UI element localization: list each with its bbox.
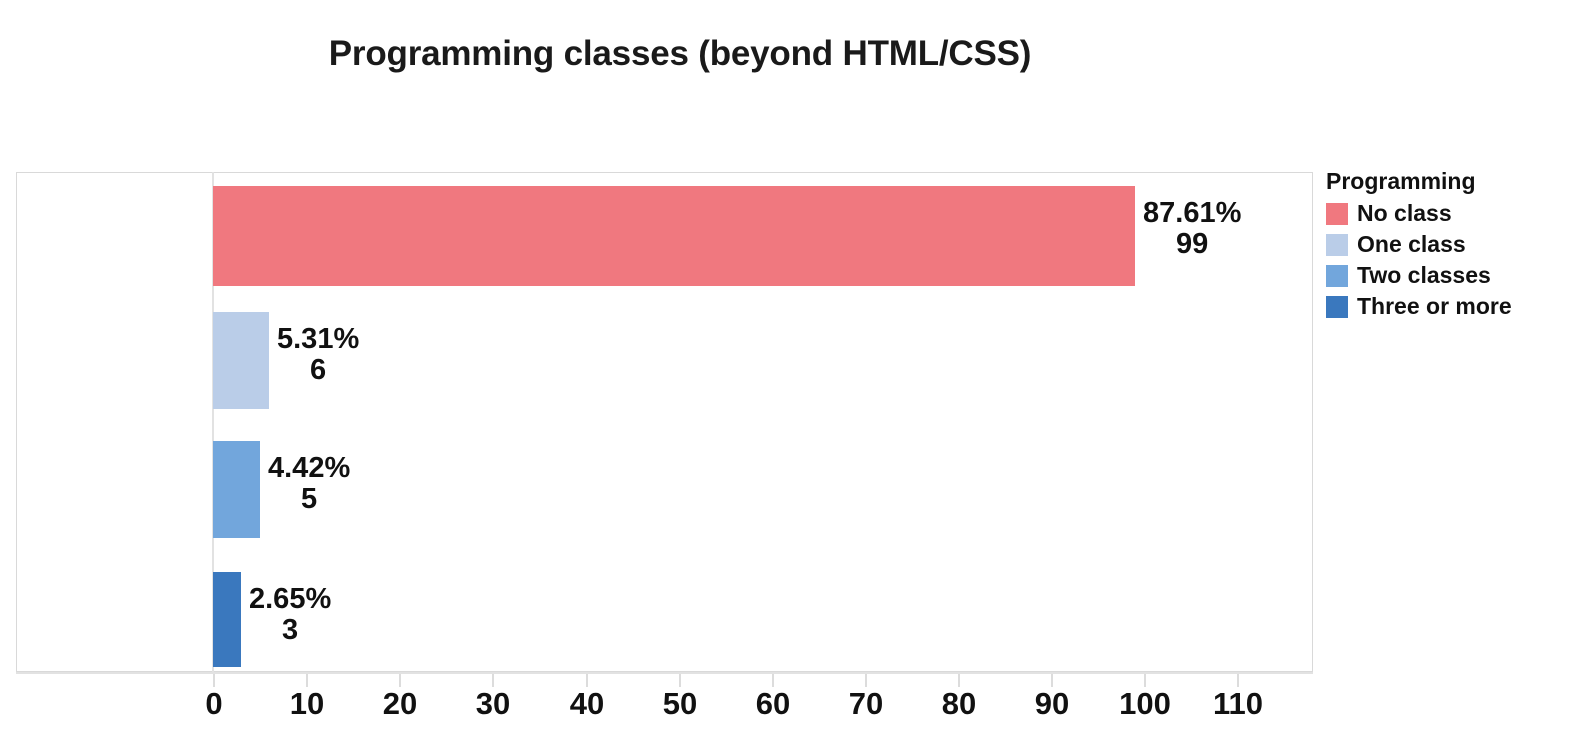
x-tick-label: 110 <box>1212 686 1264 721</box>
bar-percent-label: 2.65% <box>249 583 332 615</box>
legend-item-two-classes[interactable]: Two classes <box>1326 260 1512 291</box>
x-tick-label: 50 <box>662 686 698 721</box>
x-tick-label: 30 <box>475 686 511 721</box>
legend-item-one-class[interactable]: One class <box>1326 229 1512 260</box>
bar-value-label: 4.42% 5 <box>268 452 351 516</box>
bar-one-class[interactable] <box>213 312 269 409</box>
legend-item-label: No class <box>1357 200 1452 226</box>
legend-swatch-icon <box>1326 295 1348 318</box>
x-tick-label: 40 <box>569 686 605 721</box>
x-tick-label: 80 <box>941 686 977 721</box>
x-axis-tick-labels: 0 10 20 30 40 50 60 70 80 90 100 110 <box>0 686 1593 736</box>
legend-item-no-class[interactable]: No class <box>1326 198 1512 229</box>
bar-two-classes[interactable] <box>213 441 260 538</box>
bar-value-label: 87.61% 99 <box>1143 197 1242 261</box>
legend-swatch-icon <box>1326 233 1348 256</box>
x-tick-label: 70 <box>848 686 884 721</box>
bar-three-or-more[interactable] <box>213 572 241 667</box>
bar-count-label: 6 <box>310 354 327 387</box>
legend-item-three-or-more[interactable]: Three or more <box>1326 291 1512 322</box>
x-tick-label: 0 <box>205 686 223 721</box>
bar-percent-label: 87.61% <box>1143 197 1242 229</box>
bar-value-label: 5.31% 6 <box>277 323 360 387</box>
bar-no-class[interactable] <box>213 186 1135 286</box>
bar-count-label: 3 <box>282 614 299 647</box>
x-tick-label: 20 <box>382 686 418 721</box>
bar-value-label: 2.65% 3 <box>249 583 332 647</box>
x-tick-label: 10 <box>289 686 325 721</box>
legend-item-label: One class <box>1357 231 1466 257</box>
bar-count-label: 99 <box>1176 228 1209 261</box>
legend-swatch-icon <box>1326 264 1348 287</box>
x-tick-label: 90 <box>1034 686 1070 721</box>
bar-percent-label: 5.31% <box>277 323 360 355</box>
legend-swatch-icon <box>1326 202 1348 225</box>
legend-items: No class One class Two classes Three or mor… <box>1326 198 1512 322</box>
bar-percent-label: 4.42% <box>268 452 351 484</box>
x-tick-label: 100 <box>1119 686 1171 721</box>
legend-title: Programming <box>1326 168 1476 194</box>
bar-count-label: 5 <box>301 483 318 516</box>
legend-item-label: Three or more <box>1357 293 1512 319</box>
page-title: Programming classes (beyond HTML/CSS) <box>328 34 1032 73</box>
legend: Programming No class One class Two classes… <box>1326 168 1512 322</box>
legend-item-label: Two classes <box>1357 262 1491 288</box>
x-tick-label: 60 <box>755 686 791 721</box>
